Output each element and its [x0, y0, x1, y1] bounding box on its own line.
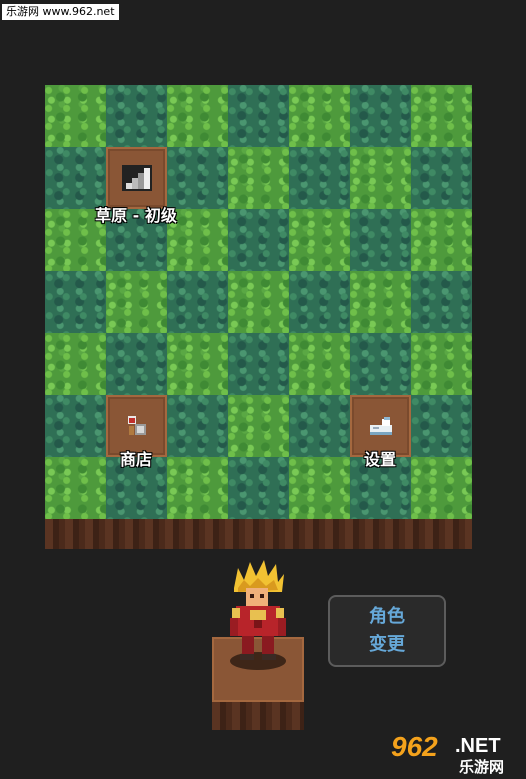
grass-tile: [106, 85, 167, 147]
grass-tile: [411, 395, 472, 457]
grass-tile: [167, 85, 228, 147]
grass-tile: [411, 457, 472, 519]
grass-tile: [411, 333, 472, 395]
grass-tile: [167, 457, 228, 519]
grass-tile: [289, 457, 350, 519]
grass-tile: [228, 271, 289, 333]
grass-tile: [350, 147, 411, 209]
grass-tile: [289, 85, 350, 147]
grass-tile: [289, 147, 350, 209]
grass-tile: [350, 85, 411, 147]
grass-tile: [45, 457, 106, 519]
pedestal-dirt-edge: [212, 702, 304, 730]
grass-tile: [45, 333, 106, 395]
grass-tile: [289, 271, 350, 333]
grass-tile: [167, 271, 228, 333]
grass-tile: [45, 85, 106, 147]
grass-tile: [411, 85, 472, 147]
grass-tile: [228, 395, 289, 457]
watermark-cn: 乐游网: [459, 758, 504, 776]
grass-tile: [411, 147, 472, 209]
hero-character[interactable]: [224, 560, 292, 668]
grass-tile: [167, 333, 228, 395]
settings-label: 设置: [363, 450, 397, 469]
grass-tile: [106, 271, 167, 333]
character-change-line2: 变更: [369, 634, 405, 655]
grass-tile: [167, 147, 228, 209]
grass-tile: [228, 147, 289, 209]
stairs-icon: [121, 165, 152, 191]
grass-tile: [45, 395, 106, 457]
grass-tile: [289, 395, 350, 457]
grass-tile: [45, 147, 106, 209]
stage-label: 草原 - 初级: [95, 206, 177, 225]
watermark-brand: 962: [391, 731, 438, 762]
grass-tile: [350, 209, 411, 271]
grass-tile: [411, 271, 472, 333]
grass-tile: [228, 457, 289, 519]
settings-scroll-icon: [366, 413, 396, 439]
grass-tile: [289, 209, 350, 271]
grass-tile: [228, 209, 289, 271]
grass-tile: [45, 271, 106, 333]
grass-tile: [411, 209, 472, 271]
watermark-logo: 962 .NET 乐游网: [391, 731, 504, 776]
grass-tile: [167, 395, 228, 457]
watermark-top: 乐游网 www.962.net: [2, 4, 119, 20]
watermark-suffix: .NET: [455, 735, 501, 757]
grass-tile: [228, 333, 289, 395]
grass-tile: [350, 333, 411, 395]
grass-tile: [106, 333, 167, 395]
board-dirt-edge: [45, 519, 472, 549]
character-change-line1: 角色: [369, 606, 405, 627]
grass-tile: [228, 85, 289, 147]
stage-tile[interactable]: [106, 147, 167, 209]
character-change-button[interactable]: 角色 变更: [328, 595, 446, 667]
grass-tile: [350, 271, 411, 333]
potion-shop-icon: [122, 413, 152, 439]
grass-tile: [289, 333, 350, 395]
shop-label: 商店: [119, 450, 153, 469]
